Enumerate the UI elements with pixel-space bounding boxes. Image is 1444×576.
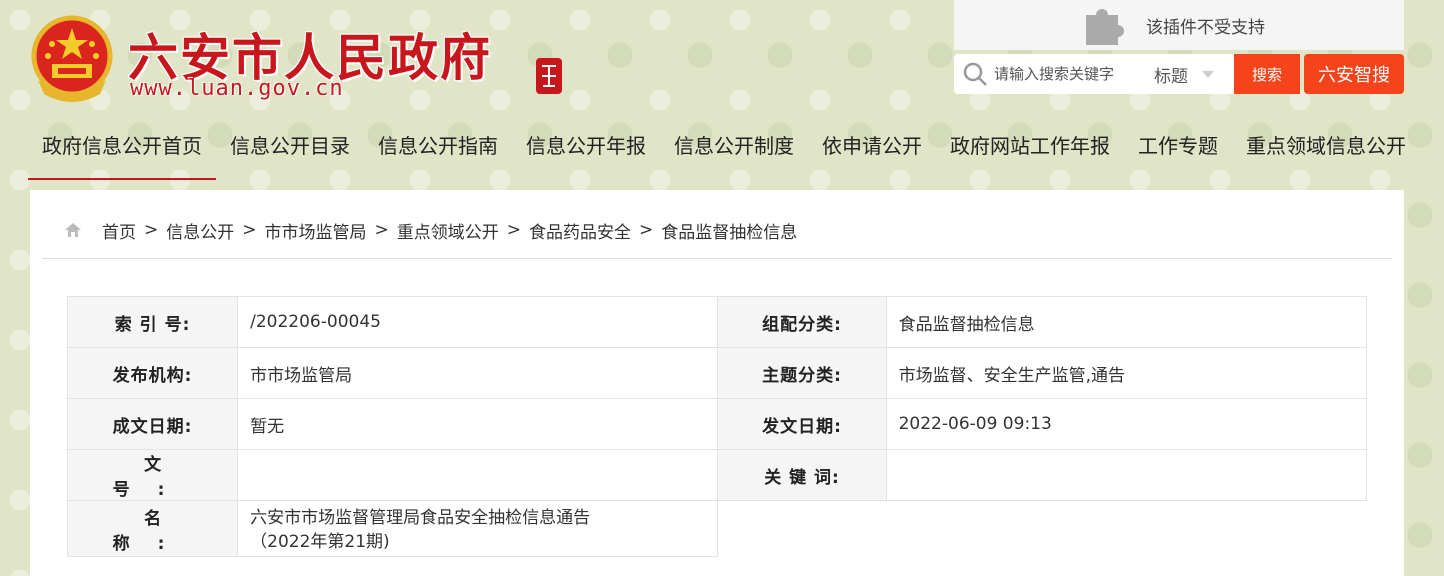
- document-name-label-text: 名 称:: [112, 508, 193, 554]
- issued-date-value: 2022-06-09 09:13: [885, 398, 1368, 450]
- index-number-value: /202206-00045: [237, 296, 719, 348]
- issued-date-label: 发文日期:: [717, 398, 887, 450]
- breadcrumb-food-drug-safety[interactable]: 食品药品安全: [529, 218, 631, 243]
- document-number-label: 文 号:: [66, 449, 239, 501]
- main-nav: 政府信息公开首页 信息公开目录 信息公开指南 信息公开年报 信息公开制度 依申请…: [28, 112, 1406, 180]
- search-input[interactable]: [994, 65, 1144, 83]
- table-row: 发布机构: 市市场监管局 主题分类: 市场监督、安全生产监管,通告: [66, 347, 1368, 399]
- search-icon: [963, 62, 987, 86]
- keywords-label: 关 键 词:: [717, 449, 887, 501]
- home-icon: [65, 223, 81, 237]
- document-number-label-text: 文 号:: [112, 455, 193, 500]
- nav-item-annual-report[interactable]: 信息公开年报: [512, 112, 660, 180]
- content-panel: 首页 > 信息公开 > 市市场监管局 > 重点领域公开 > 食品药品安全 > 食…: [30, 190, 1404, 576]
- national-emblem-icon: [31, 15, 113, 102]
- breadcrumb-food-inspection[interactable]: 食品监督抽检信息: [661, 218, 797, 243]
- breadcrumb-separator: >: [144, 220, 159, 240]
- breadcrumb-key-areas[interactable]: 重点领域公开: [397, 218, 499, 243]
- smart-search-button[interactable]: 六安智搜: [1304, 54, 1404, 94]
- breadcrumb-divider: [42, 258, 1392, 259]
- document-number-value: [237, 449, 719, 501]
- empty-cell: [886, 500, 1367, 557]
- category-label: 组配分类:: [717, 296, 887, 348]
- breadcrumb-separator: >: [374, 220, 389, 240]
- document-name-label: 名 称:: [66, 500, 239, 557]
- topic-label: 主题分类:: [717, 347, 887, 399]
- breadcrumb-separator: >: [506, 220, 521, 240]
- created-date-label: 成文日期:: [66, 398, 239, 450]
- document-name-value: 六安市市场监督管理局食品安全抽检信息通告 （2022年第21期): [237, 500, 719, 557]
- document-name-line-2: （2022年第21期): [250, 531, 390, 552]
- category-value: 食品监督抽检信息: [885, 296, 1368, 348]
- search-button[interactable]: 搜索: [1234, 54, 1300, 94]
- publisher-label: 发布机构:: [66, 347, 239, 399]
- site-url: www.luan.gov.cn: [130, 76, 344, 101]
- created-date-value: 暂无: [237, 398, 719, 450]
- breadcrumb-info-disclosure[interactable]: 信息公开: [166, 218, 234, 243]
- index-number-label: 索 引 号:: [66, 296, 239, 348]
- breadcrumb: 首页 > 信息公开 > 市市场监管局 > 重点领域公开 > 食品药品安全 > 食…: [64, 216, 797, 244]
- empty-cell: [717, 500, 887, 557]
- plugin-message: 该插件不受支持: [1146, 17, 1265, 38]
- document-name-line-1: 六安市市场监督管理局食品安全抽检信息通告: [250, 507, 591, 528]
- table-row: 文 号: 关 键 词:: [66, 449, 1368, 501]
- breadcrumb-separator: >: [639, 220, 654, 240]
- table-row: 名 称: 六安市市场监督管理局食品安全抽检信息通告 （2022年第21期): [66, 500, 1367, 557]
- red-seal-icon: [536, 58, 562, 94]
- nav-item-guide[interactable]: 信息公开指南: [364, 112, 512, 180]
- nav-item-key-areas[interactable]: 重点领域信息公开: [1232, 112, 1420, 180]
- table-row: 索 引 号: /202206-00045 组配分类: 食品监督抽检信息: [66, 296, 1368, 348]
- puzzle-piece-icon: [1086, 9, 1124, 45]
- nav-item-topics[interactable]: 工作专题: [1124, 112, 1232, 180]
- breadcrumb-home[interactable]: 首页: [102, 218, 136, 243]
- keywords-value: [885, 449, 1368, 501]
- table-row: 成文日期: 暂无 发文日期: 2022-06-09 09:13: [66, 398, 1368, 450]
- search-type-label: 标题: [1154, 66, 1188, 87]
- plugin-unsupported-bar: 该插件不受支持: [954, 0, 1404, 50]
- nav-item-disclosure-home[interactable]: 政府信息公开首页: [28, 112, 216, 180]
- nav-item-catalog[interactable]: 信息公开目录: [216, 112, 364, 180]
- breadcrumb-market-bureau[interactable]: 市市场监管局: [265, 218, 367, 243]
- chevron-down-icon: [1202, 70, 1214, 78]
- publisher-value: 市市场监管局: [237, 347, 719, 399]
- breadcrumb-separator: >: [242, 220, 257, 240]
- nav-item-system[interactable]: 信息公开制度: [660, 112, 808, 180]
- search-type-select[interactable]: 标题: [1154, 62, 1214, 87]
- document-info-table: 索 引 号: /202206-00045 组配分类: 食品监督抽检信息 发布机构…: [66, 296, 1368, 557]
- nav-item-website-report[interactable]: 政府网站工作年报: [936, 112, 1124, 180]
- topic-value: 市场监督、安全生产监管,通告: [885, 347, 1368, 399]
- nav-item-on-request[interactable]: 依申请公开: [808, 112, 936, 180]
- site-logo[interactable]: 六安市人民政府 www.luan.gov.cn: [28, 12, 588, 112]
